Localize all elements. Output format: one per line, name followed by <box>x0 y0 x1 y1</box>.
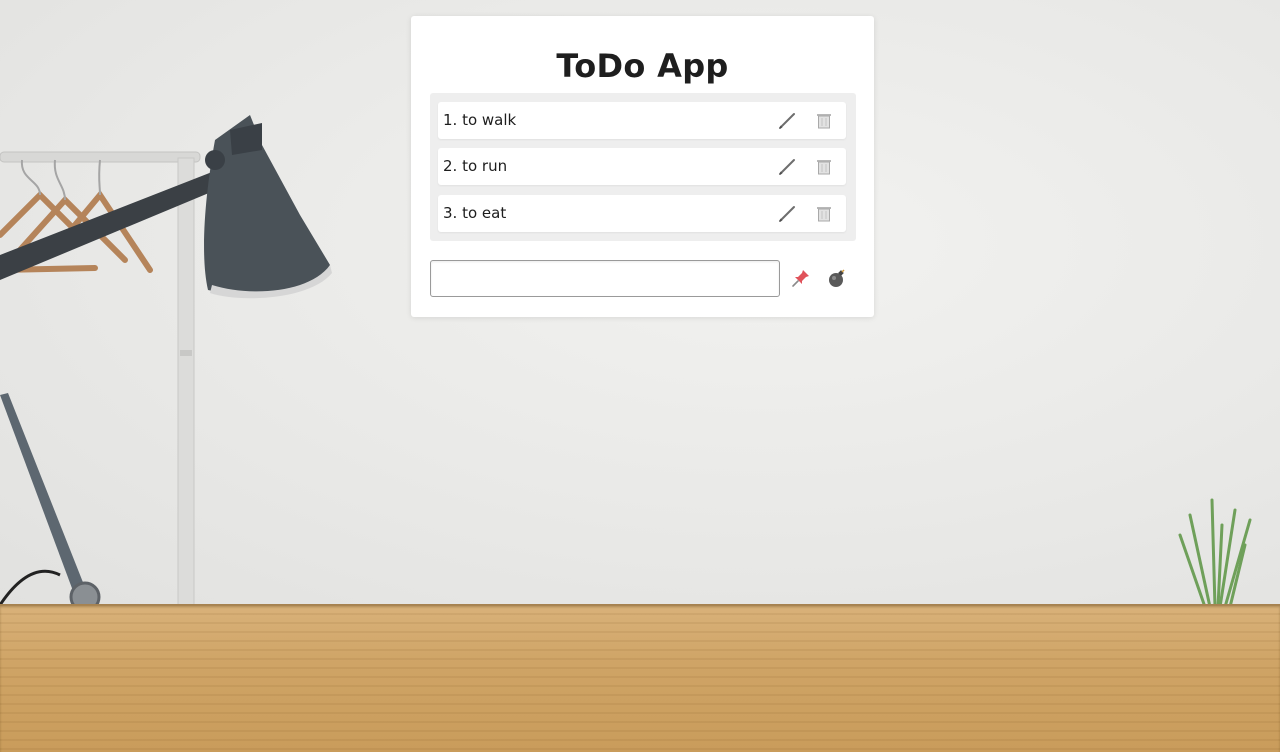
todo-item-1: 1. to walk <box>438 102 846 139</box>
todo-item-text: 1. to walk <box>443 111 517 129</box>
pencil-icon[interactable] <box>776 110 798 132</box>
todo-list: 1. to walk 2. to run 3. to eat <box>430 93 856 241</box>
app-title: ToDo App <box>556 47 729 85</box>
trash-icon[interactable] <box>813 156 835 178</box>
wooden-desk <box>0 604 1280 752</box>
trash-icon[interactable] <box>813 110 835 132</box>
pencil-icon[interactable] <box>776 203 798 225</box>
bomb-icon[interactable] <box>827 268 847 288</box>
pencil-icon[interactable] <box>776 156 798 178</box>
trash-icon[interactable] <box>813 203 835 225</box>
todo-item-text: 3. to eat <box>443 204 507 222</box>
todo-item-text: 2. to run <box>443 157 508 175</box>
todo-item-3: 3. to eat <box>438 195 846 232</box>
todo-item-2: 2. to run <box>438 148 846 185</box>
pushpin-icon[interactable] <box>791 268 811 288</box>
plant-image <box>1178 498 1252 609</box>
todo-card: ToDo App 1. to walk 2. to run 3. to eat <box>411 16 874 317</box>
new-todo-input[interactable] <box>430 260 780 297</box>
